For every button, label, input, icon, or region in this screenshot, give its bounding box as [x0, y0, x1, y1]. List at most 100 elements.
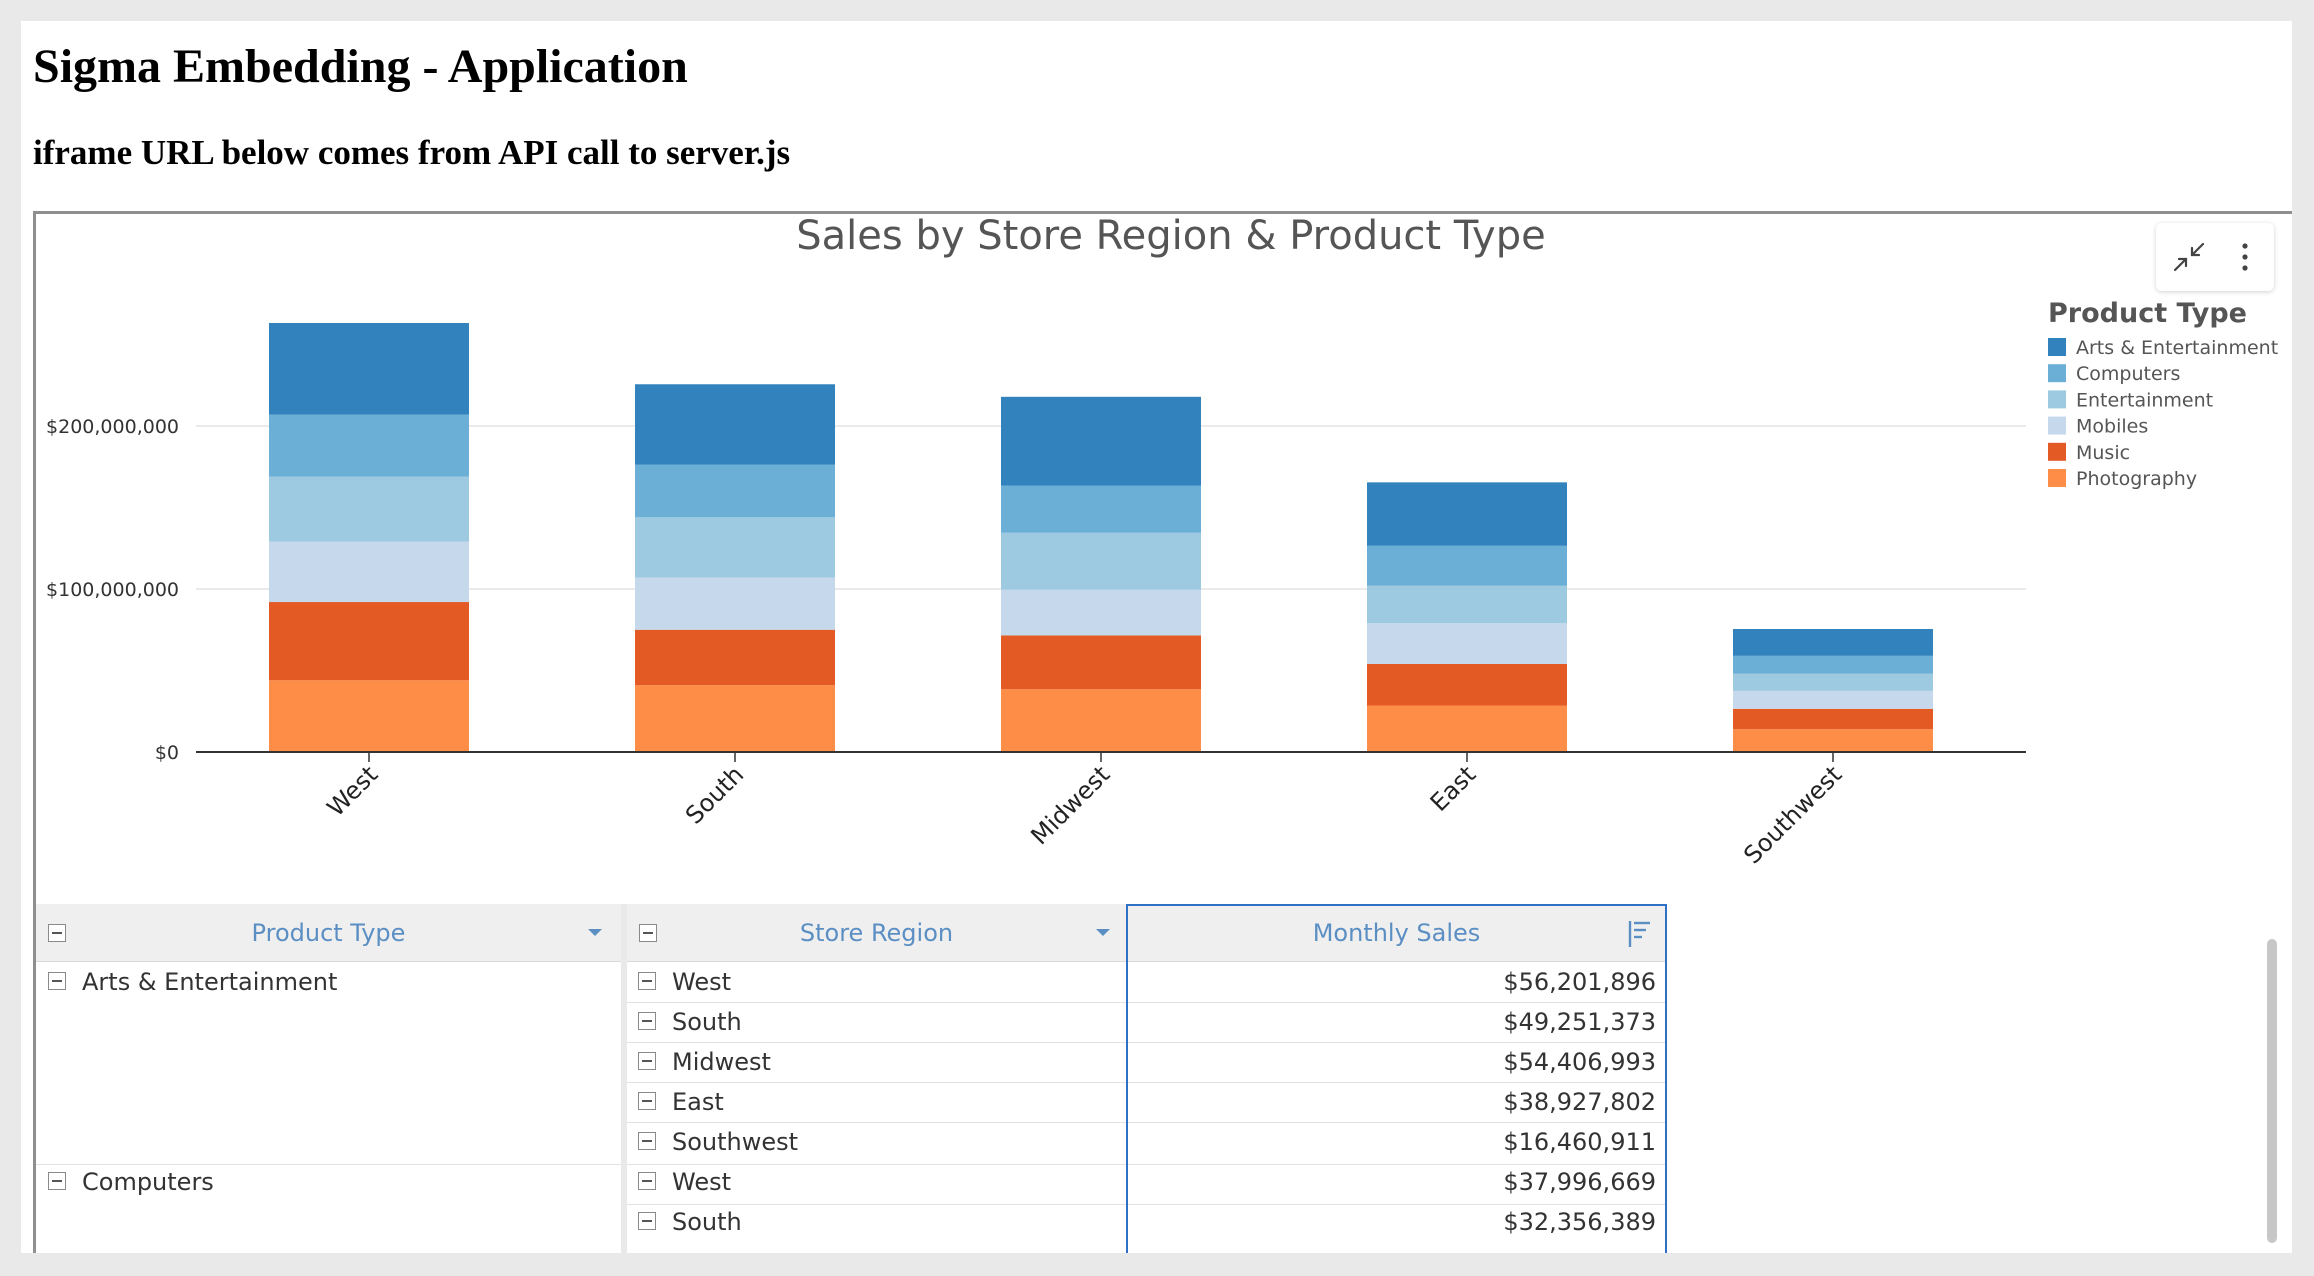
row-monthly-sales: $37,996,669	[1503, 1168, 1656, 1196]
bar-segment	[1733, 628, 1933, 656]
legend-label: Computers	[2076, 363, 2180, 385]
bar-segment	[1733, 673, 1933, 691]
collapse-row-icon[interactable]	[638, 1212, 656, 1230]
bar-segment	[269, 322, 469, 415]
row-monthly-sales: $54,406,993	[1503, 1048, 1656, 1076]
bar-segment	[1733, 690, 1933, 709]
bar-segment	[269, 680, 469, 752]
bar-segment	[635, 629, 835, 686]
collapse-group-icon[interactable]	[48, 1172, 66, 1190]
row-monthly-sales: $56,201,896	[1503, 968, 1656, 996]
legend-label: Mobiles	[2076, 416, 2148, 438]
chevron-down-icon[interactable]	[588, 929, 602, 936]
legend-swatch	[2048, 390, 2066, 409]
bar-segment	[1001, 485, 1201, 533]
y-tick-label: $0	[155, 742, 179, 764]
legend-label: Photography	[2076, 468, 2197, 490]
bar-segment	[1733, 655, 1933, 674]
bar-segment	[269, 414, 469, 477]
group-product-type: Computers	[82, 1168, 214, 1196]
header-monthly-sales-label: Monthly Sales	[1312, 919, 1481, 947]
bar-segment	[1001, 396, 1201, 486]
viz-toolbar	[2156, 223, 2274, 291]
x-tick-label: South	[680, 760, 749, 829]
row-monthly-sales: $16,460,911	[1503, 1128, 1656, 1156]
row-divider	[627, 1122, 1667, 1123]
bar-segment	[1367, 705, 1567, 752]
collapse-button[interactable]	[2166, 231, 2212, 283]
row-store-region: South	[672, 1008, 742, 1036]
row-monthly-sales: $49,251,373	[1503, 1008, 1656, 1036]
embedded-iframe: Sales by Store Region & Product Type $0 $1…	[33, 211, 2292, 1253]
bar-segment	[1733, 729, 1933, 752]
chart-title: Sales by Store Region & Product Type	[796, 214, 1545, 259]
legend-swatch	[2048, 469, 2066, 487]
group-divider	[36, 1164, 621, 1165]
bar-segment	[1367, 663, 1567, 706]
bar-segment	[635, 577, 835, 630]
row-store-region: West	[672, 968, 732, 996]
row-divider	[627, 1204, 1667, 1205]
legend-label: Entertainment	[2076, 389, 2213, 411]
header-product-type[interactable]: Product Type	[36, 904, 621, 962]
bar-segment	[269, 602, 469, 681]
row-divider	[627, 1002, 1667, 1003]
vertical-scrollbar[interactable]	[2267, 939, 2277, 1243]
collapse-row-icon[interactable]	[638, 1052, 656, 1070]
bar-segment	[635, 384, 835, 465]
x-tick-label: Midwest	[1025, 760, 1115, 850]
more-options-button[interactable]	[2222, 231, 2268, 283]
y-tick-label: $200,000,000	[46, 416, 179, 438]
legend-swatch	[2048, 442, 2066, 461]
header-monthly-sales[interactable]: Monthly Sales	[1126, 904, 1667, 962]
bar-segment	[1001, 532, 1201, 590]
collapse-row-icon[interactable]	[638, 1092, 656, 1110]
collapse-row-icon[interactable]	[638, 972, 656, 990]
bar-segment	[1367, 545, 1567, 586]
chevron-down-icon[interactable]	[1096, 929, 1110, 936]
page-title: Sigma Embedding - Application	[33, 40, 688, 93]
x-tick-label: Southwest	[1738, 760, 1847, 869]
bar-segment	[635, 464, 835, 518]
bar-segment	[1001, 635, 1201, 690]
x-tick-label: West	[322, 760, 384, 822]
collapse-group-icon[interactable]	[48, 972, 66, 990]
legend-swatch	[2048, 338, 2066, 356]
row-monthly-sales: $32,356,389	[1503, 1208, 1656, 1236]
row-store-region: West	[672, 1168, 732, 1196]
bar-segment	[635, 517, 835, 578]
y-tick-label: $100,000,000	[46, 579, 179, 601]
x-tick-label: East	[1425, 760, 1481, 816]
row-store-region: East	[672, 1088, 724, 1116]
row-monthly-sales: $38,927,802	[1503, 1088, 1656, 1116]
page-subtitle: iframe URL below comes from API call to …	[33, 133, 791, 172]
row-store-region: Midwest	[672, 1048, 771, 1076]
stacked-bar-chart: Sales by Store Region & Product Type $0 $1…	[46, 214, 2278, 869]
bar-segment	[635, 685, 835, 752]
header-store-region[interactable]: Store Region	[627, 904, 1126, 962]
collapse-row-icon[interactable]	[638, 1172, 656, 1190]
row-divider	[627, 1042, 1667, 1043]
bar-segment	[1733, 708, 1933, 730]
bar-segment	[269, 476, 469, 542]
row-divider	[627, 1164, 1667, 1165]
bar-segment	[269, 541, 469, 603]
row-store-region: Southwest	[672, 1128, 799, 1156]
bar-segment	[1367, 585, 1567, 624]
legend-swatch	[2048, 364, 2066, 383]
legend-title: Product Type	[2048, 298, 2247, 329]
header-product-type-label: Product Type	[251, 919, 406, 947]
legend-label: Music	[2076, 442, 2130, 464]
collapse-row-icon[interactable]	[638, 1012, 656, 1030]
group-product-type: Arts & Entertainment	[82, 968, 338, 996]
legend-label: Arts & Entertainment	[2076, 337, 2278, 359]
legend-swatch	[2048, 416, 2066, 435]
bar-segment	[1367, 623, 1567, 664]
sort-descending-icon[interactable]	[1626, 918, 1654, 950]
collapse-arrows-icon	[2173, 242, 2205, 272]
bar-segment	[1001, 689, 1201, 752]
collapse-row-icon[interactable]	[638, 1132, 656, 1150]
row-divider	[627, 1082, 1667, 1083]
bar-segment	[1001, 589, 1201, 636]
bar-segment	[1367, 482, 1567, 546]
